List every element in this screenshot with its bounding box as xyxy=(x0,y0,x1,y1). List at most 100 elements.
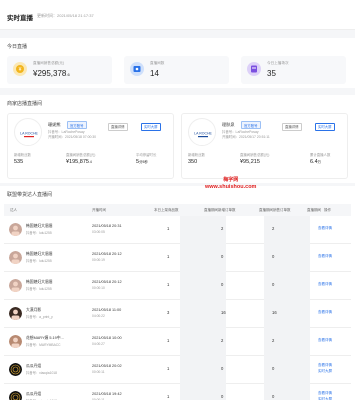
highlight-cell xyxy=(180,328,226,356)
table-row: 大漠月影 抖音号：a_print_y 2021/05/18 11:00 04:00:2… xyxy=(4,300,351,328)
streamer-account: 抖音号：xiaoqia1018 xyxy=(26,371,57,375)
highlight-cell xyxy=(264,300,310,328)
highlight-cell xyxy=(180,244,226,272)
room-detail-button[interactable]: 直播详情 xyxy=(108,123,128,131)
stat-label: 直播间销售总额(元) xyxy=(33,61,65,65)
products-count: 1 xyxy=(167,254,170,259)
streamer-account: 抖音号：lulu1255 xyxy=(26,231,52,235)
column-header: 直播期间新增订单数 xyxy=(204,208,236,212)
highlight-cell xyxy=(264,244,310,272)
products-count: 1 xyxy=(167,394,170,399)
streamer-name: 大漠月影 xyxy=(26,308,42,312)
room-live-screen-button[interactable]: 实时大屏 xyxy=(315,123,335,131)
stat-sales: ¥ 直播间销售总额(元) ¥295,378.6 xyxy=(7,56,112,84)
duration: 00:00:19 xyxy=(92,258,105,262)
sales-orders-count: 0 xyxy=(272,394,275,399)
table-row: 瓜瓜丹姐抖音号：xiaoqia10182021/05/18 19:4200:00… xyxy=(4,384,351,400)
metric-label: 直播间销售总额(元) xyxy=(66,153,96,157)
sales-orders-count: 16 xyxy=(272,310,277,315)
metric-value: 5分5秒 xyxy=(136,159,148,165)
affiliate-title: 联盟带货达人直播间 xyxy=(7,192,53,198)
coin-icon: ¥ xyxy=(13,62,27,76)
start-time: 2021/05/18 10:00 xyxy=(92,336,122,340)
table-row: 韩国媳妇大眉眉 抖音号：lulu1255 2021/05/18 20:12 00:00… xyxy=(4,244,351,272)
avatar xyxy=(9,363,22,376)
streamer-name: 瓜瓜丹姐 xyxy=(26,392,42,396)
streamer-name: 瓜瓜丹姐 xyxy=(26,364,42,368)
start-time: 2021/05/18 20:31 xyxy=(92,224,122,228)
streamer-name: 韩国媳妇大眉眉 xyxy=(26,252,53,256)
live-icon xyxy=(130,62,144,76)
new-orders-count: 2 xyxy=(221,338,224,343)
room-live-screen-button[interactable]: 实时大屏 xyxy=(141,123,161,131)
view-detail-link[interactable]: 查看详情 xyxy=(318,254,332,259)
streamer-account: 抖音号：lulu1255 xyxy=(26,287,52,291)
view-detail-link[interactable]: 查看详情 xyxy=(318,391,332,396)
metric-label: 新增粉丝数 xyxy=(188,153,205,157)
metric-value: ¥95,215 xyxy=(240,159,260,165)
room-card: LA ROCHE 珊妮熊 官方账号 抖音号：LaRochePosay 开播时间：… xyxy=(7,113,174,179)
svg-text:¥: ¥ xyxy=(19,67,22,73)
view-detail-link[interactable]: 查看详情 xyxy=(318,282,332,287)
column-header: 达人 xyxy=(10,208,17,212)
new-orders-count: 0 xyxy=(221,394,224,399)
column-header: 直播期间 xyxy=(307,208,321,212)
highlight-cell xyxy=(180,384,226,400)
stat-sessions: 今日上播场次 35 xyxy=(241,56,346,84)
avatar xyxy=(9,279,22,292)
metric-value: 6.4万 xyxy=(310,159,322,165)
stat-rooms: 直播间数 14 xyxy=(124,56,229,84)
highlight-cell xyxy=(180,300,226,328)
watermark-line1: 梅字网 xyxy=(223,177,239,183)
sales-orders-count: 0 xyxy=(272,282,275,287)
products-count: 1 xyxy=(167,366,170,371)
products-count: 1 xyxy=(167,226,170,231)
view-detail-link[interactable]: 查看详情 xyxy=(318,363,332,368)
room-name: 理肤泉 xyxy=(222,122,235,127)
brand-rooms-title: 商家店播直播间 xyxy=(7,101,43,107)
table-row: 花想MARY姨 5.19中... 抖音号：MARYMBACC 2021/05/18 … xyxy=(4,328,351,356)
table-header: 达人 开播时间 本日上架商品数 直播期间新增订单数 直播期间销售订单数 直播期间… xyxy=(4,204,351,216)
metric-value: ¥195,875.4 xyxy=(66,159,92,165)
duration: 04:00:27 xyxy=(92,342,105,346)
avatar xyxy=(9,391,22,400)
metric-value: 350 xyxy=(188,159,198,165)
view-detail-link[interactable]: 查看详情 xyxy=(318,310,332,315)
live-screen-link[interactable]: 实时大屏 xyxy=(318,369,332,374)
highlight-cell xyxy=(264,216,310,244)
svg-text:LA ROCHE: LA ROCHE xyxy=(20,132,38,136)
view-detail-link[interactable]: 查看详情 xyxy=(318,226,332,231)
calendar-icon xyxy=(247,62,261,76)
streamer-name: 韩国媳妇大眉眉 xyxy=(26,280,53,284)
column-header: 开播时间 xyxy=(92,208,106,212)
stat-value: ¥295,378.6 xyxy=(33,69,70,78)
view-detail-link[interactable]: 查看详情 xyxy=(318,338,332,343)
highlight-cell xyxy=(264,384,310,400)
column-header: 本日上架商品数 xyxy=(154,208,179,212)
duration: 04:00:22 xyxy=(92,314,105,318)
metric-label: 累计直播人数 xyxy=(310,153,331,157)
highlight-cell xyxy=(264,272,310,300)
duration: 00:00:11 xyxy=(92,370,105,374)
duration: 03:00:05 xyxy=(92,230,105,234)
today-title: 今日直播 xyxy=(7,44,28,50)
affiliate-rooms-section: 联盟带货达人直播间 达人 开播时间 本日上架商品数 直播期间新增订单数 直播期间… xyxy=(0,186,355,400)
highlight-cell xyxy=(180,356,226,384)
watermark-line2: www.shuishou.com xyxy=(205,184,257,190)
stat-value: 14 xyxy=(150,69,159,78)
sales-orders-count: 0 xyxy=(272,254,275,259)
new-orders-count: 0 xyxy=(221,282,224,287)
start-time: 2021/05/18 19:42 xyxy=(92,392,122,396)
highlight-cell xyxy=(180,272,226,300)
highlight-cell xyxy=(264,356,310,384)
column-header: 操作 xyxy=(324,208,331,212)
start-time: 2021/05/18 11:00 xyxy=(92,308,122,312)
products-count: 1 xyxy=(167,282,170,287)
new-orders-count: 0 xyxy=(221,254,224,259)
room-detail-button[interactable]: 直播详情 xyxy=(282,123,302,131)
room-card: LA ROCHE 理肤泉 官方账号 抖音号：LaRochePosay 开播时间：… xyxy=(181,113,348,179)
highlight-cell xyxy=(180,216,226,244)
avatar xyxy=(9,223,22,236)
brand-rooms-section: 商家店播直播间 LA ROCHE 珊妮熊 官方账号 抖音号：LaRochePos… xyxy=(0,95,355,183)
sales-orders-count: 0 xyxy=(272,366,275,371)
